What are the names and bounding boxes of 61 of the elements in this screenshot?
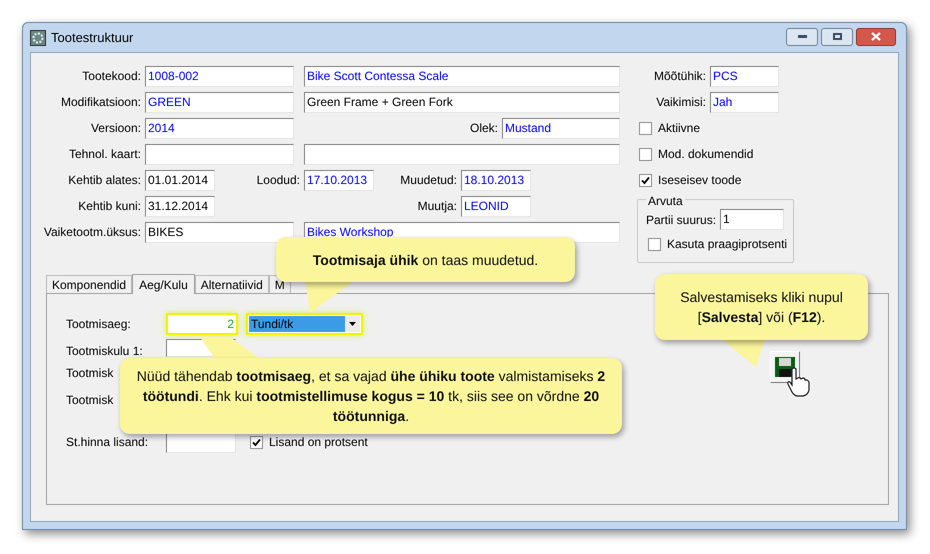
checkbox-label: Mod. dokumendid: [658, 146, 754, 163]
tab[interactable]: Aeg/Kulu: [132, 274, 195, 294]
checkbox-label: Kasuta praagiprotsenti: [667, 236, 788, 253]
text-field[interactable]: 01.01.2014: [145, 170, 215, 190]
field-label: Modifikatsioon:: [60, 94, 142, 111]
close-button[interactable]: [856, 28, 896, 46]
dropdown[interactable]: Tundi/tk: [246, 313, 363, 335]
field-label: Partii suurus:: [646, 212, 716, 228]
field-label: Muutja:: [416, 198, 458, 215]
text-field[interactable]: [145, 144, 294, 164]
maximize-button[interactable]: [821, 28, 853, 46]
field-label: Mõõtühik:: [652, 68, 707, 85]
field-label: Kehtib kuni:: [77, 198, 142, 215]
text-field[interactable]: LEONID: [461, 196, 531, 216]
field-label: Kehtib alates:: [67, 172, 142, 189]
checkbox[interactable]: [639, 148, 652, 160]
checkbox[interactable]: [639, 174, 652, 186]
checkbox[interactable]: [250, 436, 263, 448]
text-field[interactable]: PCS: [710, 66, 779, 86]
field-label: Tehnol. kaart:: [68, 146, 142, 163]
app-icon: [30, 30, 46, 46]
text-field[interactable]: [304, 144, 620, 164]
text-field[interactable]: 17.10.2013: [304, 170, 374, 190]
text-field[interactable]: Jah: [710, 92, 779, 112]
tooltip-pointer: [200, 337, 260, 359]
window-title: Tootestruktuur: [51, 28, 134, 47]
field-label: Muudetud:: [399, 172, 458, 189]
text-field[interactable]: Bike Scott Contessa Scale: [304, 66, 620, 86]
text-field[interactable]: 1: [720, 209, 784, 230]
field-label: St.hinna lisand:: [66, 434, 150, 451]
field-label: Versioon:: [90, 120, 142, 137]
checkbox[interactable]: [648, 238, 661, 250]
tab[interactable]: Komponendid: [46, 275, 132, 293]
field-label: Tootmisaeg:: [66, 316, 132, 333]
text-field[interactable]: GREEN: [145, 92, 294, 112]
field-label: Tootmisk: [66, 392, 114, 406]
tab[interactable]: Alternatiivid: [194, 275, 269, 293]
text-field[interactable]: 2014: [145, 118, 294, 138]
maximize-icon: [832, 33, 842, 40]
checkbox-label: Aktiivne: [658, 120, 700, 137]
text-field[interactable]: 31.12.2014: [145, 196, 215, 216]
checkbox[interactable]: [639, 122, 652, 134]
hand-cursor-icon: [786, 367, 812, 397]
field-label: Olek:: [468, 120, 499, 137]
minimize-button[interactable]: [786, 28, 818, 46]
text-field[interactable]: 18.10.2013: [461, 170, 531, 190]
field-label: Tootmiskulu 1:: [66, 344, 143, 358]
text-field[interactable]: Mustand: [502, 118, 620, 138]
text-field[interactable]: Green Frame + Green Fork: [304, 92, 620, 112]
save-button[interactable]: [770, 351, 800, 383]
field-label: Loodud:: [256, 172, 301, 189]
text-field[interactable]: BIKES: [145, 222, 294, 242]
checkbox-label: Lisand on protsent: [269, 434, 368, 451]
field-label: Vaiketootm.üksus:: [42, 224, 142, 241]
checkbox-label: Iseseisev toode: [658, 172, 742, 189]
text-field[interactable]: 1008-002: [145, 66, 294, 86]
field-label: Tootmisk: [66, 366, 114, 380]
minimize-icon: [798, 35, 806, 38]
field-label: Vaikimisi:: [655, 94, 707, 111]
close-icon: [871, 32, 881, 41]
field-label: Tootekood:: [81, 68, 142, 85]
